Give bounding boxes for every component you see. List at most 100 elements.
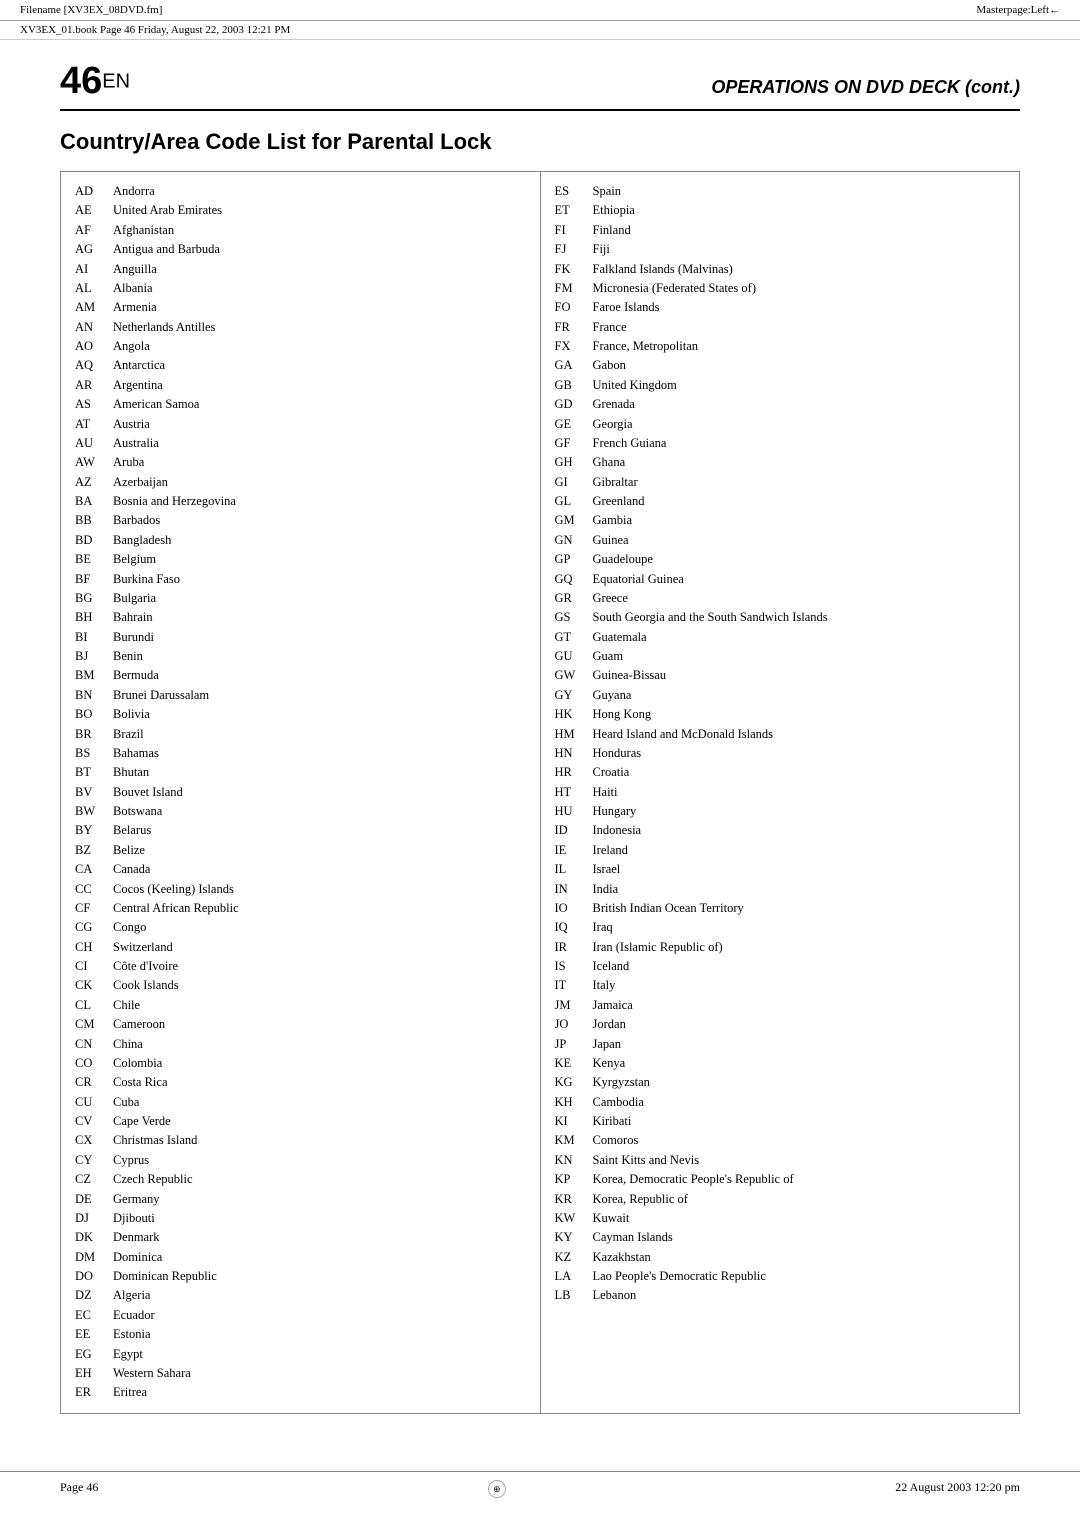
country-name: Honduras xyxy=(593,744,1006,763)
country-code: BO xyxy=(75,705,103,724)
country-code: GL xyxy=(555,492,583,511)
list-item: GU Guam xyxy=(555,647,1006,666)
page-content: 46EN OPERATIONS ON DVD DECK (cont.) Coun… xyxy=(0,40,1080,1494)
country-name: Gambia xyxy=(593,511,1006,530)
country-name: Korea, Democratic People's Republic of xyxy=(593,1170,1006,1189)
list-item: ARArgentina xyxy=(75,376,526,395)
list-item: KGKyrgyzstan xyxy=(555,1073,1006,1092)
list-item: JP Japan xyxy=(555,1035,1006,1054)
country-name: Colombia xyxy=(113,1054,526,1073)
country-name: Bolivia xyxy=(113,705,526,724)
country-name: Comoros xyxy=(593,1131,1006,1150)
list-item: ILIsrael xyxy=(555,860,1006,879)
list-item: GRGreece xyxy=(555,589,1006,608)
list-item: EREritrea xyxy=(75,1383,526,1402)
country-list-container: ADAndorraAEUnited Arab EmiratesAFAfghani… xyxy=(60,171,1020,1414)
country-code: GU xyxy=(555,647,583,666)
list-item: ESSpain xyxy=(555,182,1006,201)
country-code: BR xyxy=(75,725,103,744)
country-code: AG xyxy=(75,240,103,259)
country-name: Iran (Islamic Republic of) xyxy=(593,938,1006,957)
masterpage-label: Masterpage:Left← xyxy=(976,4,1060,16)
country-name: Armenia xyxy=(113,298,526,317)
country-code: JP xyxy=(555,1035,583,1054)
country-name: Germany xyxy=(113,1190,526,1209)
list-item: FXFrance, Metropolitan xyxy=(555,337,1006,356)
list-item: FRFrance xyxy=(555,318,1006,337)
country-name: Bouvet Island xyxy=(113,783,526,802)
list-item: AFAfghanistan xyxy=(75,221,526,240)
country-code: AN xyxy=(75,318,103,337)
page-number: 46 xyxy=(60,60,102,102)
list-item: FIFinland xyxy=(555,221,1006,240)
country-name: Guam xyxy=(593,647,1006,666)
country-code: BW xyxy=(75,802,103,821)
country-code: AI xyxy=(75,260,103,279)
list-item: KWKuwait xyxy=(555,1209,1006,1228)
country-name: Albania xyxy=(113,279,526,298)
country-name: Korea, Republic of xyxy=(593,1190,1006,1209)
list-item: DODominican Republic xyxy=(75,1267,526,1286)
country-name: Croatia xyxy=(593,763,1006,782)
country-name: Japan xyxy=(593,1035,1006,1054)
list-item: HUHungary xyxy=(555,802,1006,821)
country-name: Cocos (Keeling) Islands xyxy=(113,880,526,899)
country-code: HN xyxy=(555,744,583,763)
list-item: AQAntarctica xyxy=(75,356,526,375)
country-name: Guinea xyxy=(593,531,1006,550)
country-code: CH xyxy=(75,938,103,957)
list-item: GMGambia xyxy=(555,511,1006,530)
country-name: Cambodia xyxy=(593,1093,1006,1112)
list-item: BABosnia and Herzegovina xyxy=(75,492,526,511)
country-name: Antarctica xyxy=(113,356,526,375)
country-code: GE xyxy=(555,415,583,434)
country-name: Hungary xyxy=(593,802,1006,821)
country-name: Jordan xyxy=(593,1015,1006,1034)
country-name: Kyrgyzstan xyxy=(593,1073,1006,1092)
country-name: Micronesia (Federated States of) xyxy=(593,279,1006,298)
country-code: BI xyxy=(75,628,103,647)
country-name: Botswana xyxy=(113,802,526,821)
country-name: United Kingdom xyxy=(593,376,1006,395)
list-item: IR Iran (Islamic Republic of) xyxy=(555,938,1006,957)
country-code: BA xyxy=(75,492,103,511)
list-item: CVCape Verde xyxy=(75,1112,526,1131)
list-item: FOFaroe Islands xyxy=(555,298,1006,317)
list-item: ECEcuador xyxy=(75,1306,526,1325)
country-name: Falkland Islands (Malvinas) xyxy=(593,260,1006,279)
list-item: BNBrunei Darussalam xyxy=(75,686,526,705)
country-name: Iceland xyxy=(593,957,1006,976)
list-item: BIBurundi xyxy=(75,628,526,647)
country-name: Netherlands Antilles xyxy=(113,318,526,337)
country-name: Faroe Islands xyxy=(593,298,1006,317)
country-name: Aruba xyxy=(113,453,526,472)
list-item: BJBenin xyxy=(75,647,526,666)
country-name: French Guiana xyxy=(593,434,1006,453)
country-name: Guadeloupe xyxy=(593,550,1006,569)
list-item: HTHaiti xyxy=(555,783,1006,802)
footer-timestamp: 22 August 2003 12:20 pm xyxy=(895,1480,1020,1498)
list-item: HRCroatia xyxy=(555,763,1006,782)
country-name: Burkina Faso xyxy=(113,570,526,589)
country-code: GD xyxy=(555,395,583,414)
list-item: CHSwitzerland xyxy=(75,938,526,957)
list-item: ISIceland xyxy=(555,957,1006,976)
country-code: FX xyxy=(555,337,583,356)
footer-center: ⊕ xyxy=(484,1480,510,1498)
country-name: Egypt xyxy=(113,1345,526,1364)
country-code: CY xyxy=(75,1151,103,1170)
footer-page-label: Page 46 xyxy=(60,1480,98,1498)
country-code: GS xyxy=(555,608,583,627)
country-name: Gibraltar xyxy=(593,473,1006,492)
country-name: Lebanon xyxy=(593,1286,1006,1305)
country-code: KZ xyxy=(555,1248,583,1267)
list-item: DZAlgeria xyxy=(75,1286,526,1305)
country-name: Guinea-Bissau xyxy=(593,666,1006,685)
country-code: IR xyxy=(555,938,583,957)
country-code: CK xyxy=(75,976,103,995)
list-item: JMJamaica xyxy=(555,996,1006,1015)
country-name: Greece xyxy=(593,589,1006,608)
list-item: GYGuyana xyxy=(555,686,1006,705)
country-code: CM xyxy=(75,1015,103,1034)
country-code: GP xyxy=(555,550,583,569)
